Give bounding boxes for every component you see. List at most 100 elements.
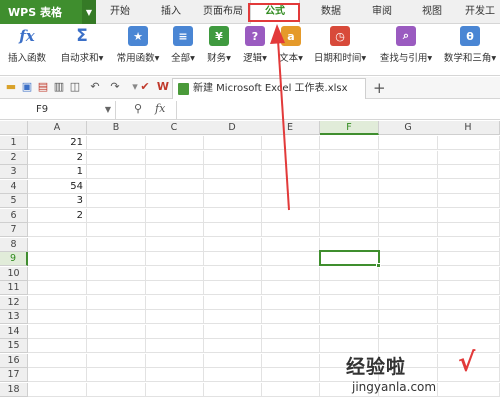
- row-header-18[interactable]: 18: [0, 382, 28, 397]
- math-trig-button[interactable]: θ 数学和三角▾: [440, 26, 500, 74]
- cell-B5[interactable]: [87, 194, 146, 208]
- row-header-6[interactable]: 6: [0, 208, 28, 223]
- cell-D2[interactable]: [203, 150, 262, 165]
- cell-E6[interactable]: [261, 208, 320, 223]
- cell-C7[interactable]: [145, 223, 204, 237]
- formula-input[interactable]: [176, 101, 500, 119]
- column-header-A[interactable]: A: [28, 121, 87, 135]
- cell-D15[interactable]: [203, 339, 262, 353]
- cell-E9[interactable]: [261, 252, 320, 266]
- cell-A15[interactable]: [28, 339, 87, 353]
- new-tab-icon[interactable]: +: [373, 78, 386, 98]
- cell-A13[interactable]: [28, 310, 87, 324]
- cell-D6[interactable]: [203, 208, 262, 223]
- row-header-4[interactable]: 4: [0, 179, 28, 194]
- cell-B3[interactable]: [87, 165, 146, 179]
- cell-F12[interactable]: [320, 295, 379, 310]
- cell-H11[interactable]: [437, 281, 500, 295]
- cell-A6[interactable]: 2: [28, 208, 87, 223]
- column-header-E[interactable]: E: [261, 121, 320, 135]
- redo-icon[interactable]: ↷: [108, 80, 122, 94]
- menu-insert[interactable]: 插入: [150, 0, 192, 24]
- cell-E1[interactable]: [261, 136, 320, 150]
- cell-D3[interactable]: [203, 165, 262, 179]
- cell-B7[interactable]: [87, 223, 146, 237]
- column-header-D[interactable]: D: [203, 121, 262, 135]
- wps-app-button[interactable]: WPS 表格 ▼: [0, 0, 96, 24]
- column-header-C[interactable]: C: [145, 121, 204, 135]
- cell-D11[interactable]: [203, 281, 262, 295]
- cell-A8[interactable]: [28, 237, 87, 252]
- cell-B6[interactable]: [87, 208, 146, 223]
- cell-E5[interactable]: [261, 194, 320, 208]
- cell-C8[interactable]: [145, 237, 204, 252]
- cell-E3[interactable]: [261, 165, 320, 179]
- cell-H2[interactable]: [437, 150, 500, 165]
- print-preview-icon[interactable]: ◫: [68, 80, 82, 94]
- cell-G2[interactable]: [379, 150, 438, 165]
- active-cell-F9[interactable]: [319, 250, 380, 266]
- cell-B18[interactable]: [87, 382, 146, 397]
- row-header-13[interactable]: 13: [0, 310, 28, 324]
- cell-H13[interactable]: [437, 310, 500, 324]
- cell-A9[interactable]: [28, 252, 87, 266]
- cell-F3[interactable]: [320, 165, 379, 179]
- cell-B10[interactable]: [87, 266, 146, 281]
- row-header-5[interactable]: 5: [0, 194, 28, 208]
- cell-H7[interactable]: [437, 223, 500, 237]
- cell-F13[interactable]: [320, 310, 379, 324]
- cell-A3[interactable]: 1: [28, 165, 87, 179]
- print-icon[interactable]: ▥: [52, 80, 66, 94]
- name-box[interactable]: F9 ▼: [0, 101, 116, 119]
- pin-icon[interactable]: ✔: [138, 80, 152, 94]
- cell-E4[interactable]: [261, 179, 320, 194]
- cell-F5[interactable]: [320, 194, 379, 208]
- cell-C5[interactable]: [145, 194, 204, 208]
- cell-A16[interactable]: [28, 353, 87, 368]
- cell-B16[interactable]: [87, 353, 146, 368]
- cell-E13[interactable]: [261, 310, 320, 324]
- column-header-H[interactable]: H: [437, 121, 500, 135]
- cell-G11[interactable]: [379, 281, 438, 295]
- cell-F14[interactable]: [320, 324, 379, 339]
- cell-B1[interactable]: [87, 136, 146, 150]
- cell-A7[interactable]: [28, 223, 87, 237]
- cell-C2[interactable]: [145, 150, 204, 165]
- document-tab[interactable]: 新建 Microsoft Excel 工作表.xlsx: [172, 78, 366, 99]
- logic-button[interactable]: ? 逻辑▾: [238, 26, 272, 74]
- cell-D9[interactable]: [203, 252, 262, 266]
- cell-C15[interactable]: [145, 339, 204, 353]
- cell-G8[interactable]: [379, 237, 438, 252]
- cell-G12[interactable]: [379, 295, 438, 310]
- finance-button[interactable]: ¥ 财务▾: [202, 26, 236, 74]
- cell-D7[interactable]: [203, 223, 262, 237]
- cell-E11[interactable]: [261, 281, 320, 295]
- menu-developer[interactable]: 开发工: [460, 0, 500, 24]
- cell-B11[interactable]: [87, 281, 146, 295]
- open-folder-icon[interactable]: ▬: [4, 80, 18, 94]
- cell-H6[interactable]: [437, 208, 500, 223]
- cell-H8[interactable]: [437, 237, 500, 252]
- cell-C13[interactable]: [145, 310, 204, 324]
- cell-G3[interactable]: [379, 165, 438, 179]
- cell-F4[interactable]: [320, 179, 379, 194]
- export-pdf-icon[interactable]: ▤: [36, 80, 50, 94]
- cell-C3[interactable]: [145, 165, 204, 179]
- undo-icon[interactable]: ↶: [88, 80, 102, 94]
- cell-E8[interactable]: [261, 237, 320, 252]
- chevron-down-icon[interactable]: ▼: [82, 0, 96, 24]
- cell-D14[interactable]: [203, 324, 262, 339]
- cell-B12[interactable]: [87, 295, 146, 310]
- fill-handle[interactable]: [376, 263, 381, 268]
- chevron-down-icon[interactable]: ▼: [105, 101, 111, 119]
- cell-B2[interactable]: [87, 150, 146, 165]
- cell-F15[interactable]: [320, 339, 379, 353]
- cell-A18[interactable]: [28, 382, 87, 397]
- cell-G1[interactable]: [379, 136, 438, 150]
- row-header-12[interactable]: 12: [0, 295, 28, 310]
- row-header-8[interactable]: 8: [0, 237, 28, 252]
- cell-A11[interactable]: [28, 281, 87, 295]
- all-functions-button[interactable]: ≡ 全部▾: [166, 26, 200, 74]
- date-time-button[interactable]: ◷ 日期和时间▾: [310, 26, 370, 74]
- row-header-11[interactable]: 11: [0, 281, 28, 295]
